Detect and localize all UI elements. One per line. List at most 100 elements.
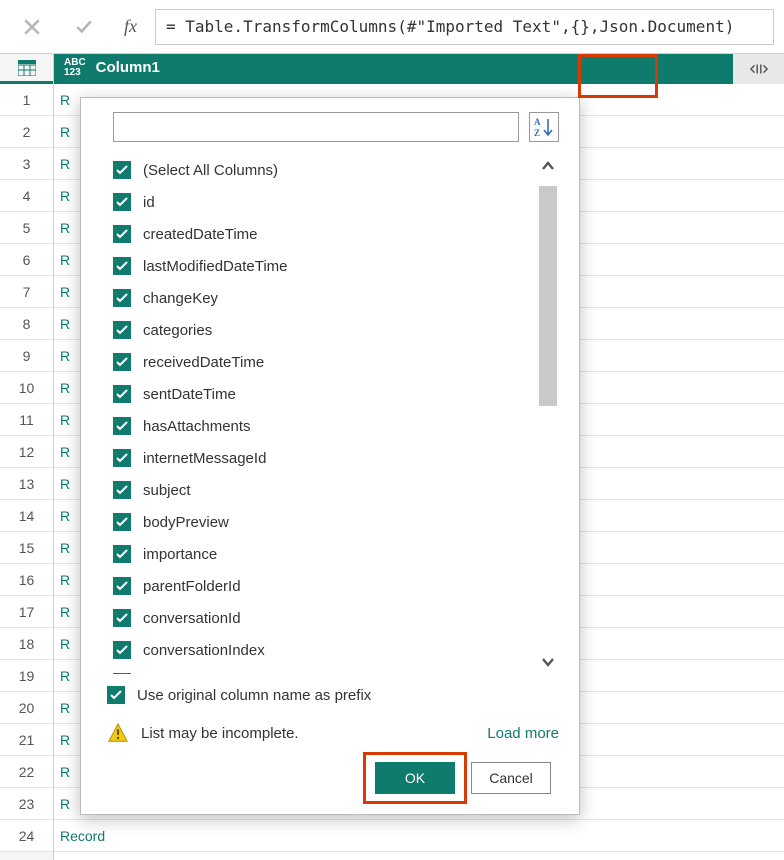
column-option[interactable]: conversationId [113,602,533,634]
row-number[interactable]: 7 [0,276,53,308]
column-option[interactable]: changeKey [113,282,533,314]
popup-scrollbar[interactable] [537,154,559,674]
column-option[interactable]: subject [113,474,533,506]
use-prefix-checkbox[interactable] [107,686,125,704]
row-number[interactable]: 8 [0,308,53,340]
column-checkbox[interactable] [113,161,131,179]
row-number[interactable]: 2 [0,116,53,148]
row-number[interactable]: 20 [0,692,53,724]
svg-text:A: A [534,117,541,127]
expand-columns-popup: A Z (Select All Columns) id createdDateTim… [80,97,580,815]
column-search-input[interactable] [113,112,519,142]
row-number[interactable]: 5 [0,212,53,244]
row-number[interactable]: 12 [0,436,53,468]
fx-label: fx [114,16,147,37]
column-option-label: conversationIndex [143,642,265,659]
column-checkbox[interactable] [113,449,131,467]
row-number[interactable]: 17 [0,596,53,628]
warning-icon [107,722,129,744]
sort-az-icon: A Z [533,116,555,138]
column-header[interactable]: ABC 123 Column1 [54,54,784,84]
formula-bar: fx [0,0,784,54]
row-number[interactable]: 21 [0,724,53,756]
column-option[interactable]: createdDateTime [113,218,533,250]
check-icon [75,18,93,36]
column-option-label: hasAttachments [143,418,251,435]
scroll-thumb[interactable] [539,186,557,406]
column-checkbox[interactable] [113,513,131,531]
column-option[interactable]: lastModifiedDateTime [113,250,533,282]
formula-input[interactable] [155,9,774,45]
row-number[interactable]: 13 [0,468,53,500]
row-number[interactable]: 15 [0,532,53,564]
column-option[interactable]: isDeliveryReceiptRequested [113,666,533,674]
cancel-button[interactable]: Cancel [471,762,551,794]
row-number[interactable]: 9 [0,340,53,372]
column-checkbox[interactable] [113,385,131,403]
column-option[interactable]: hasAttachments [113,410,533,442]
column-option-label: id [143,194,155,211]
expand-column-button[interactable] [732,54,784,84]
row-number[interactable]: 10 [0,372,53,404]
check-icon [110,690,122,700]
row-number-gutter: 123456789101112131415161718192021222324 [0,54,54,860]
column-option-label: (Select All Columns) [143,162,278,179]
column-checkbox[interactable] [113,481,131,499]
column-option-label: importance [143,546,217,563]
row-number[interactable]: 11 [0,404,53,436]
column-checkbox[interactable] [113,257,131,275]
column-option[interactable]: importance [113,538,533,570]
column-checkbox[interactable] [113,321,131,339]
column-name: Column1 [96,59,160,76]
table-row[interactable]: Record [54,820,784,852]
load-more-link[interactable]: Load more [487,725,559,742]
column-option[interactable]: receivedDateTime [113,346,533,378]
use-prefix-label: Use original column name as prefix [137,687,371,704]
column-checkbox[interactable] [113,417,131,435]
sort-columns-button[interactable]: A Z [529,112,559,142]
row-number[interactable]: 23 [0,788,53,820]
column-option[interactable]: categories [113,314,533,346]
table-corner-icon[interactable] [0,54,53,84]
column-checkbox[interactable] [113,193,131,211]
column-option-label: changeKey [143,290,218,307]
column-checkbox[interactable] [113,545,131,563]
row-number[interactable]: 16 [0,564,53,596]
close-icon [23,18,41,36]
column-checkbox[interactable] [113,673,131,674]
column-option-label: internetMessageId [143,450,266,467]
column-option[interactable]: id [113,186,533,218]
row-number[interactable]: 19 [0,660,53,692]
column-checkbox[interactable] [113,609,131,627]
cancel-formula-button[interactable] [10,9,54,45]
column-option[interactable]: (Select All Columns) [113,154,533,186]
row-number[interactable]: 18 [0,628,53,660]
row-number[interactable]: 6 [0,244,53,276]
svg-text:Z: Z [534,128,540,138]
column-option[interactable]: conversationIndex [113,634,533,666]
scroll-down-icon[interactable] [537,650,559,674]
row-number[interactable]: 22 [0,756,53,788]
row-number[interactable]: 24 [0,820,53,852]
column-option[interactable]: sentDateTime [113,378,533,410]
column-option[interactable]: bodyPreview [113,506,533,538]
column-option-label: createdDateTime [143,226,258,243]
column-option-label: subject [143,482,191,499]
column-option[interactable]: internetMessageId [113,442,533,474]
column-option-label: conversationId [143,610,241,627]
column-checkbox[interactable] [113,289,131,307]
column-checkbox[interactable] [113,225,131,243]
column-option[interactable]: parentFolderId [113,570,533,602]
column-checkbox[interactable] [113,577,131,595]
row-number[interactable]: 14 [0,500,53,532]
expand-icon [750,62,768,76]
scroll-up-icon[interactable] [537,154,559,178]
ok-button[interactable]: OK [375,762,455,794]
row-number[interactable]: 1 [0,84,53,116]
row-number[interactable]: 4 [0,180,53,212]
commit-formula-button[interactable] [62,9,106,45]
column-checkbox[interactable] [113,353,131,371]
warning-text: List may be incomplete. [141,725,299,742]
row-number[interactable]: 3 [0,148,53,180]
column-checkbox[interactable] [113,641,131,659]
